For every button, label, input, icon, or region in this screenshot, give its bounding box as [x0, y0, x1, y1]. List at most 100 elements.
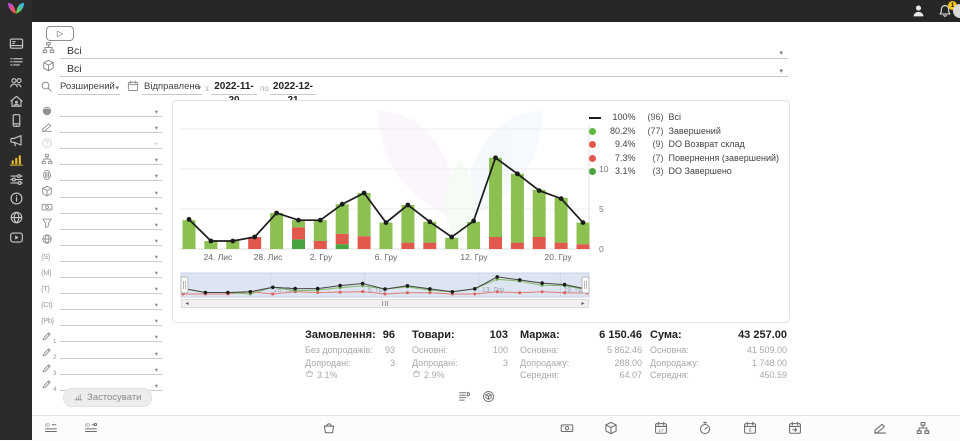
svg-text:ID: ID	[45, 422, 50, 428]
upsell-percent-row: 2.9%	[412, 369, 508, 382]
sidebar-item-integrations[interactable]	[7, 209, 25, 227]
level-filter-select[interactable]	[40, 118, 162, 134]
svg-text:24. Лис: 24. Лис	[204, 252, 234, 262]
stat-column: Замовлення:96Без допродажів:93Допродані:…	[305, 329, 395, 382]
pencil-icon: 4	[41, 378, 57, 390]
legend-item[interactable]: 7.3%(7)Повернення (завершений)	[589, 152, 779, 166]
sidebar-item-warehouse[interactable]	[7, 93, 25, 111]
basket-icon	[412, 369, 421, 382]
sidebar-item-info[interactable]	[7, 190, 25, 208]
app-logo[interactable]	[5, 2, 27, 25]
stat-title: Сума:43 257.00	[650, 329, 787, 341]
upsell-percent-row: 3.1%	[305, 369, 395, 382]
date-type-select[interactable]: Відправлене	[142, 80, 202, 95]
legend-count: (96)	[639, 111, 663, 125]
chevron-down-icon	[155, 221, 158, 229]
scroll-right-arrow[interactable]: ▸	[578, 300, 588, 307]
custom-field-1-filter-select[interactable]: 1	[40, 327, 162, 343]
bottombar-payments-icon[interactable]	[560, 421, 574, 440]
legend-item[interactable]: 9.4%(9)DO Возврат склад	[589, 138, 779, 152]
legend-item[interactable]: 3.1%(3)DO Завершено	[589, 165, 779, 179]
sidebar-item-dashboard[interactable]	[7, 34, 25, 52]
legend-count: (7)	[639, 152, 663, 166]
site-filter-select[interactable]	[40, 231, 162, 247]
legend-label: Завершений	[668, 125, 720, 139]
apply-button-label: Застосувати	[87, 392, 141, 403]
svg-text:6. Гру: 6. Гру	[375, 252, 398, 262]
status-group-select[interactable]: Всі	[40, 44, 788, 59]
date-to-label: по	[260, 84, 269, 93]
select-underline	[60, 58, 788, 59]
products-view-toggle[interactable]	[482, 390, 495, 408]
sidebar-item-mobile-promo[interactable]	[7, 112, 25, 130]
custom-field-index: 4	[53, 387, 56, 393]
stat-title: Замовлення:96	[305, 329, 395, 341]
legend-label: Всі	[668, 111, 681, 125]
structure-filter-select[interactable]	[40, 150, 162, 166]
profile-avatar[interactable]	[953, 4, 960, 18]
product-filter-select[interactable]	[40, 182, 162, 198]
sidebar-item-statistics[interactable]	[7, 151, 25, 169]
status-filter-select[interactable]	[40, 102, 162, 118]
custom-field-3-filter-select[interactable]: 3	[40, 360, 162, 376]
date-from-input[interactable]: 2022-11-20	[211, 80, 257, 95]
utm-content-filter-select[interactable]: {Ct}	[40, 295, 162, 311]
navigator-handle	[181, 277, 188, 293]
search-mode-select[interactable]: Розширений	[58, 80, 120, 95]
product-group-select[interactable]: Всі	[40, 62, 788, 77]
chevron-down-icon	[115, 84, 119, 92]
sidebar-item-orders[interactable]	[7, 54, 25, 72]
sidebar-item-settings[interactable]	[7, 170, 25, 188]
apply-button[interactable]: Застосувати	[63, 388, 152, 407]
bottombar-products-icon[interactable]	[604, 421, 618, 440]
utm-medium-filter-select[interactable]: {M}	[40, 263, 162, 279]
utm-term-filter-select[interactable]: {T}	[40, 279, 162, 295]
select-underline	[60, 309, 162, 310]
package-icon	[41, 185, 57, 197]
identity-filter-select[interactable]	[40, 166, 162, 182]
bottombar-basket-icon[interactable]	[322, 421, 336, 440]
legend-item[interactable]: 100%(96)Всі	[589, 111, 779, 125]
bottombar-level-icon[interactable]	[873, 421, 887, 440]
chevron-down-icon	[155, 350, 158, 358]
upsell-percent-value: 2.9%	[424, 369, 445, 382]
stat-row: Середня:450.59	[650, 369, 787, 382]
funnel-filter-select[interactable]	[40, 215, 162, 231]
custom-field-2-filter-select[interactable]: 2	[40, 343, 162, 359]
scroll-left-arrow[interactable]: ◂	[182, 300, 192, 307]
bottombar-timer-icon[interactable]	[698, 421, 712, 440]
list-view-toggle[interactable]	[458, 390, 471, 408]
bottombar-calendar-finance-icon[interactable]: 6	[743, 421, 757, 440]
select-underline	[60, 277, 162, 278]
date-to-input[interactable]: 2022-12-21	[270, 80, 316, 95]
legend-line-marker	[589, 117, 604, 119]
bottombar-calendar-export-icon[interactable]	[788, 421, 802, 440]
utm-term-filter-icon: {T}	[41, 284, 50, 293]
legend-percent: 9.4%	[604, 138, 635, 152]
fingerprint-icon	[41, 169, 57, 181]
bottombar-calendar-day-icon[interactable]: 17	[654, 421, 668, 440]
sphere-icon	[41, 105, 57, 117]
bottombar-orders-id-status-list-icon[interactable]: ID	[84, 421, 98, 440]
utm-source-filter-select[interactable]: {S}	[40, 247, 162, 263]
sidebar-item-customers[interactable]	[7, 73, 25, 91]
date-type-value: Відправлене	[144, 81, 200, 92]
sidebar-item-tutorials[interactable]	[7, 228, 25, 246]
chart-scrollbar[interactable]: ◂ ▸	[181, 299, 589, 308]
sidebar-item-announcements[interactable]	[7, 131, 25, 149]
help-filter-select[interactable]	[40, 134, 162, 150]
bottombar-structure-icon[interactable]	[916, 421, 930, 440]
run-report-button[interactable]: ▷	[46, 26, 74, 41]
view-toggles	[458, 390, 495, 408]
notifications-button[interactable]: 1	[938, 4, 952, 23]
stat-column: Товари:103Основні:100Допродані:32.9%	[412, 329, 508, 382]
svg-text:17: 17	[658, 428, 664, 434]
utm-campaign-filter-select[interactable]: {Pb}	[40, 311, 162, 327]
bottombar-orders-id-list-icon[interactable]: ID	[44, 421, 58, 440]
select-underline	[60, 358, 162, 359]
legend-item[interactable]: 80.2%(77)Завершений	[589, 125, 779, 139]
payment-filter-select[interactable]	[40, 199, 162, 215]
legend-dot-marker	[589, 168, 604, 175]
scrollbar-grip[interactable]	[377, 300, 393, 307]
user-avatar-icon[interactable]	[911, 3, 926, 23]
